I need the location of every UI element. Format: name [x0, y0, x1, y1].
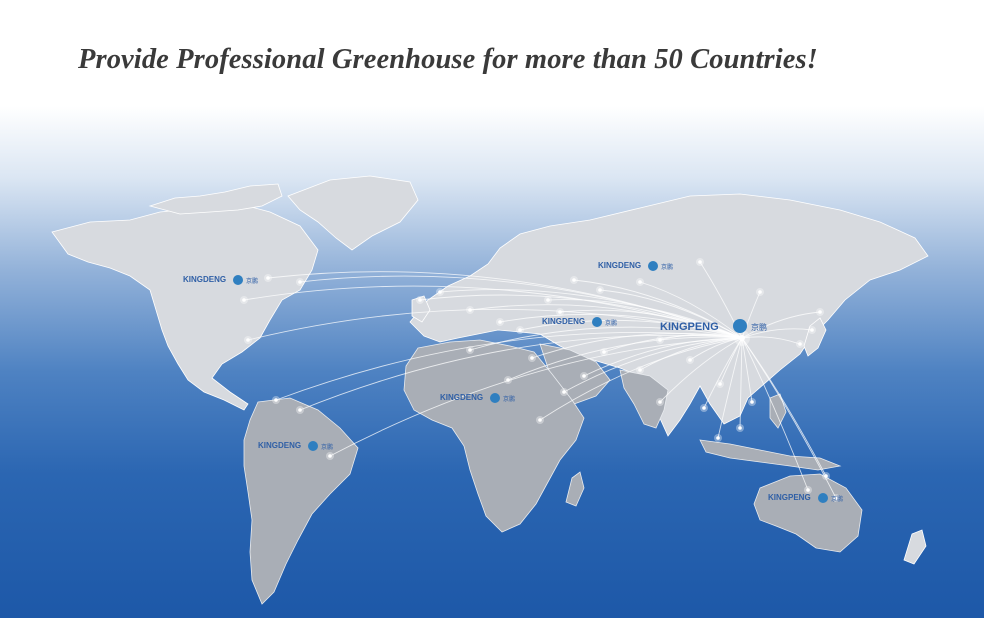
philippines-landmass [769, 393, 787, 429]
location-marker [538, 418, 542, 422]
location-marker [718, 382, 722, 386]
arctic-islands-landmass [148, 183, 283, 215]
australia-landmass [753, 473, 863, 553]
svg-text:KINGPENG: KINGPENG [660, 321, 719, 333]
location-marker [506, 378, 510, 382]
location-marker [530, 356, 534, 360]
location-marker [468, 308, 472, 312]
svg-text:KINGDENG: KINGDENG [258, 441, 301, 450]
world-map-graphic: KINGDENG 京鹏 KINGDENG 京鹏 KINGDENG 京鹏 KING… [51, 175, 929, 605]
location-marker [738, 426, 742, 430]
location-marker [246, 338, 250, 342]
location-marker [418, 298, 422, 302]
svg-text:KINGPENG: KINGPENG [768, 493, 811, 502]
location-marker [298, 408, 302, 412]
location-marker [438, 290, 442, 294]
location-marker [688, 358, 692, 362]
svg-text:KINGDENG: KINGDENG [440, 393, 483, 402]
svg-text:KINGDENG: KINGDENG [598, 261, 641, 270]
madagascar-landmass [565, 471, 585, 507]
location-marker [702, 406, 706, 410]
location-marker [546, 298, 550, 302]
svg-text:京鹏: 京鹏 [605, 319, 617, 327]
svg-text:京鹏: 京鹏 [321, 443, 333, 451]
location-marker [602, 350, 606, 354]
location-marker [498, 320, 502, 324]
location-marker [818, 310, 822, 314]
svg-text:京鹏: 京鹏 [831, 495, 843, 503]
location-marker [798, 342, 802, 346]
svg-text:京鹏: 京鹏 [751, 322, 767, 332]
hub-marker [739, 335, 745, 341]
location-marker [274, 398, 278, 402]
location-marker [518, 328, 522, 332]
location-marker [716, 436, 720, 440]
world-map: KINGDENG 京鹏 KINGDENG 京鹏 KINGDENG 京鹏 KING… [0, 106, 984, 618]
location-marker [658, 400, 662, 404]
location-marker [758, 290, 762, 294]
location-marker [562, 390, 566, 394]
continents [51, 175, 929, 605]
svg-text:KINGDENG: KINGDENG [542, 317, 585, 326]
location-marker [810, 328, 814, 332]
location-marker [638, 368, 642, 372]
location-marker [242, 298, 246, 302]
svg-text:京鹏: 京鹏 [246, 277, 258, 285]
location-marker [638, 280, 642, 284]
location-marker [328, 454, 332, 458]
location-marker [468, 348, 472, 352]
location-marker [698, 260, 702, 264]
north-america-landmass [51, 203, 319, 411]
location-marker [298, 280, 302, 284]
location-marker [750, 400, 754, 404]
south-america-landmass [243, 397, 359, 605]
location-marker [658, 338, 662, 342]
location-marker [572, 278, 576, 282]
svg-text:京鹏: 京鹏 [661, 263, 673, 271]
location-marker [598, 288, 602, 292]
location-marker [824, 474, 828, 478]
page-title: Provide Professional Greenhouse for more… [78, 44, 818, 75]
new-zealand-landmass [903, 529, 927, 565]
location-marker [558, 310, 562, 314]
location-marker [266, 276, 270, 280]
location-marker [582, 374, 586, 378]
svg-text:KINGDENG: KINGDENG [183, 275, 226, 284]
location-marker [806, 488, 810, 492]
svg-text:京鹏: 京鹏 [503, 395, 515, 403]
